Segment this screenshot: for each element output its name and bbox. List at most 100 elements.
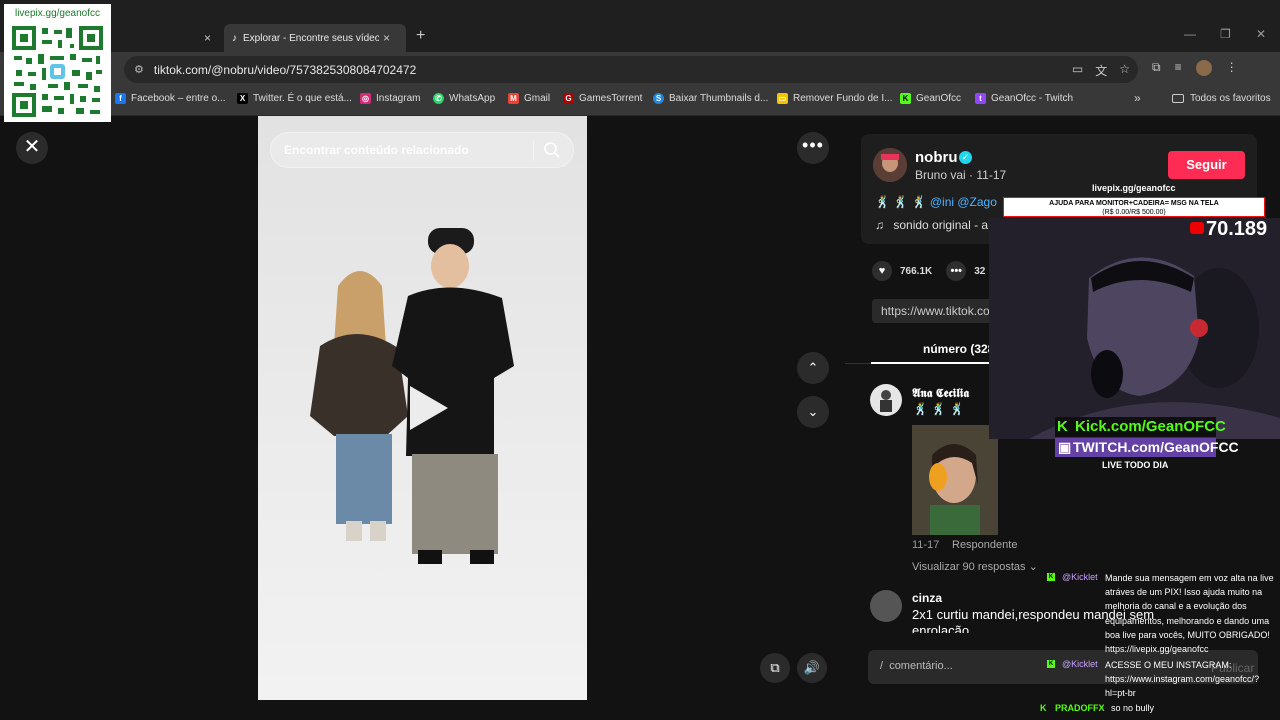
reply-button[interactable]: Respondente — [952, 539, 1017, 551]
livepix-overlay-title: livepix.gg/geanofcc — [1092, 183, 1176, 193]
play-icon[interactable] — [404, 384, 450, 432]
previous-video-button[interactable]: ⌃ — [797, 352, 829, 384]
close-tab-icon[interactable]: × — [383, 31, 390, 45]
bookmark-star-icon[interactable]: ☆ — [1119, 62, 1130, 79]
bookmark-facebook[interactable]: f Facebook – entre o... — [115, 93, 226, 104]
bookmarks-overflow-icon[interactable]: » — [1134, 91, 1141, 105]
bookmark-gmail[interactable]: M Gmail — [508, 93, 550, 104]
gamestorrent-icon: G — [563, 93, 574, 104]
more-options-button[interactable]: ••• — [797, 132, 829, 164]
all-bookmarks-button[interactable]: Todos os favoritos — [1172, 93, 1271, 104]
instagram-icon: ◎ — [360, 93, 371, 104]
thumbnails-icon: S — [653, 93, 664, 104]
comment-emoji-icon: 🕺 🕺 🕺 — [913, 402, 965, 416]
qr-label: livepix.gg/geanofcc — [14, 8, 101, 19]
related-search-input[interactable]: Encontrar conteúdo relacionado — [270, 132, 574, 168]
stats-row: ♥ 766.1K ••• 32 — [872, 261, 985, 281]
verified-badge-icon: ✓ — [959, 151, 972, 164]
volume-icon[interactable]: 🔊 — [797, 653, 827, 683]
comment-avatar[interactable] — [870, 590, 902, 622]
profile-avatar[interactable] — [1195, 60, 1212, 76]
bottom-chat-line: K PRADOFFX so no bully — [1040, 703, 1154, 713]
search-icon[interactable] — [543, 141, 561, 159]
chat-username: @Kicklet — [1062, 659, 1098, 669]
bookmark-twitch[interactable]: t GeanOfcc - Twitch — [975, 93, 1073, 104]
donation-goal-box: AJUDA PARA MONITOR+CADEIRA= MSG NA TELA … — [1003, 197, 1265, 217]
tab-inactive[interactable]: × — [112, 24, 217, 52]
bookmark-gamestorrent[interactable]: G GamesTorrent — [563, 93, 642, 104]
twitch-logo-icon: ▣ — [1058, 439, 1072, 455]
donation-goal-amount: (R$ 0.00/R$ 500.00) — [1102, 209, 1166, 216]
remove-bg-icon: ▭ — [777, 93, 788, 104]
bookmark-kick[interactable]: K GeanOfcc — [900, 93, 961, 104]
chat-message: so no bully — [1111, 703, 1155, 713]
restore-icon[interactable]: ❐ — [1220, 27, 1231, 41]
floating-player-icon[interactable]: ⧉ — [760, 653, 790, 683]
like-icon[interactable]: ♥ — [872, 261, 892, 281]
follow-button[interactable]: Seguir — [1168, 151, 1245, 179]
tab-explorar[interactable]: ♪ Explorar - Encontre seus vídeos × — [224, 24, 406, 52]
comment-sticker-image[interactable] — [912, 425, 998, 535]
chat-message: ACESSE O MEU INSTAGRAM: https://www.inst… — [1105, 660, 1260, 699]
comment-author[interactable]: 𝕬𝖓𝖆 𝕮𝖊𝖈𝖎𝖑𝖎𝖆 — [912, 386, 969, 401]
kick-chat-icon: K — [1040, 703, 1047, 713]
site-info-icon[interactable]: ⚙ — [134, 63, 144, 76]
twitch-banner: ▣ TWITCH.com/GeanOFCC — [1055, 438, 1239, 457]
youtube-subs-icon — [1190, 222, 1204, 234]
comment-avatar-image — [880, 390, 892, 412]
video-description: 🕺 🕺 🕺 @ini @Zago — [875, 195, 997, 209]
bookmark-remover-fundo[interactable]: ▭ Remover Fundo de I... — [777, 93, 893, 104]
webcam-person-image — [989, 218, 1280, 439]
chat-username: @Kicklet — [1062, 572, 1098, 582]
bookmark-thumbnails[interactable]: S Baixar Thumbnails d... — [653, 93, 768, 104]
new-tab-button[interactable]: + — [416, 27, 425, 45]
author-avatar[interactable] — [873, 148, 907, 182]
folder-icon — [1172, 94, 1184, 103]
omnibox[interactable]: ⚙ tiktok.com/@nobru/video/75738253080847… — [124, 56, 1138, 83]
translate-icon[interactable]: 文 — [1095, 62, 1107, 79]
music-row[interactable]: ♫ sonido original - ar — [875, 218, 992, 232]
qr-code-image — [12, 26, 103, 117]
author-avatar-image — [873, 148, 907, 182]
comment-author[interactable]: cinza — [912, 591, 942, 605]
webcam-overlay — [989, 218, 1280, 439]
like-count: 766.1K — [900, 265, 933, 277]
chat-message: Mande sua mensagem em voz alta na live a… — [1105, 573, 1274, 655]
livepix-qr-overlay: livepix.gg/geanofcc — [4, 4, 111, 122]
tiktok-icon: ♪ — [232, 32, 237, 44]
media-icon[interactable]: ≡ — [1175, 60, 1182, 76]
live-schedule-text: LIVE TODO DIA — [1102, 460, 1169, 470]
comment-icon[interactable]: ••• — [946, 261, 967, 281]
author-name[interactable]: nobru — [915, 149, 958, 166]
gmail-icon: M — [508, 93, 519, 104]
description-mentions[interactable]: @ini @Zago — [930, 195, 997, 209]
donation-goal-text: AJUDA PARA MONITOR+CADEIRA= MSG NA TELA — [1049, 200, 1219, 207]
menu-icon[interactable]: ⋮ — [1226, 60, 1238, 76]
related-search-placeholder: Encontrar conteúdo relacionado — [284, 143, 469, 157]
comment-count: 32 — [974, 265, 986, 277]
close-video-button[interactable]: ✕ — [16, 132, 48, 164]
close-window-icon[interactable]: ✕ — [1256, 27, 1266, 41]
toolbar-icons: ⧉ ≡ ⋮ — [1152, 60, 1238, 76]
comment-placeholder: comentário... — [889, 660, 953, 672]
bookmark-twitter[interactable]: X Twitter. É o que está... — [237, 93, 352, 104]
view-replies-button[interactable]: Visualizar 90 respostas ⌄ — [912, 560, 1038, 573]
facebook-icon: f — [115, 93, 126, 104]
kick-chat-icon: K — [1047, 660, 1055, 668]
twitch-icon: t — [975, 93, 986, 104]
extensions-icon[interactable]: ⧉ — [1152, 60, 1161, 76]
cast-icon[interactable]: ▭ — [1072, 62, 1083, 79]
tab-comments[interactable]: número (328 — [923, 342, 994, 356]
chevron-down-icon: ⌄ — [1028, 561, 1038, 573]
subscriber-count: 70.189 — [1206, 218, 1268, 240]
minimize-icon[interactable]: — — [1184, 27, 1196, 41]
dancer-emoji-icon: 🕺 🕺 🕺 — [875, 195, 927, 209]
close-tab-icon[interactable]: × — [204, 31, 211, 45]
comment-avatar[interactable] — [870, 384, 902, 416]
url-text: tiktok.com/@nobru/video/7573825308084702… — [153, 62, 417, 77]
bookmark-instagram[interactable]: ◎ Instagram — [360, 93, 420, 104]
kick-banner: K Kick.com/GeanOFCC — [1055, 417, 1226, 437]
address-bar-row: ⚙ tiktok.com/@nobru/video/75738253080847… — [0, 52, 1280, 87]
bookmark-whatsapp[interactable]: ✆ WhatsApp — [433, 93, 495, 104]
next-video-button[interactable]: ⌄ — [797, 396, 829, 428]
